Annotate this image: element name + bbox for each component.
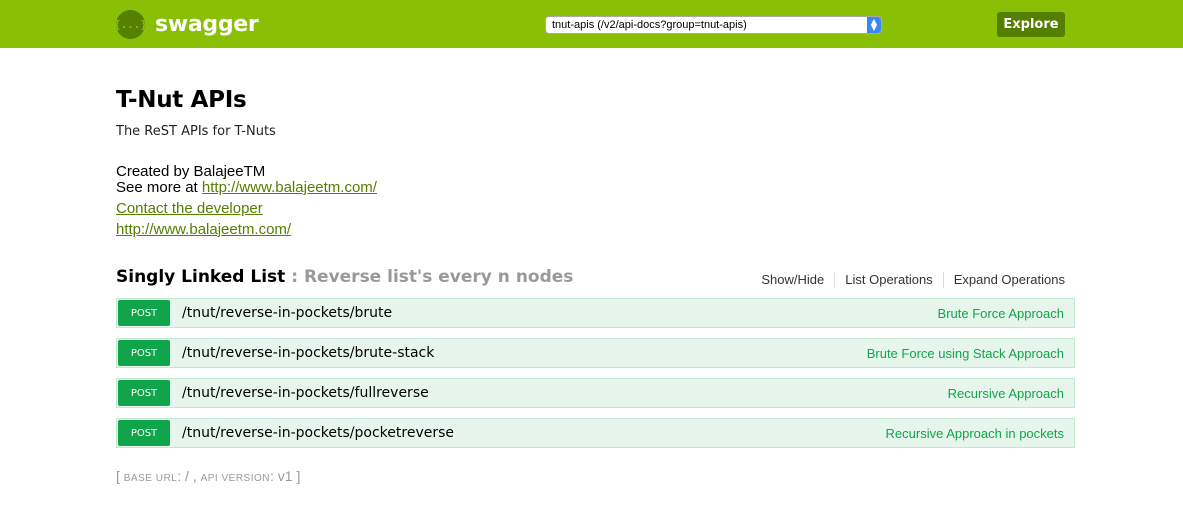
api-description: The ReST APIs for T-Nuts [116,124,276,139]
api-title: T-Nut APIs [116,87,247,113]
operation-path[interactable]: /tnut/reverse-in-pockets/pocketreverse [182,425,886,441]
swagger-logo[interactable]: {...} swagger [114,9,259,39]
operation-summary[interactable]: Recursive Approach in pockets [886,426,1064,441]
operation-path[interactable]: /tnut/reverse-in-pockets/brute-stack [182,345,867,361]
swagger-logo-icon: {...} [114,9,147,39]
api-spec-select[interactable]: tnut-apis (/v2/api-docs?group=tnut-apis)… [545,16,882,34]
base-url-value: : / , [177,468,201,484]
operation-row[interactable]: POST /tnut/reverse-in-pockets/pocketreve… [116,418,1075,448]
expand-operations-link[interactable]: Expand Operations [944,272,1065,288]
http-method-badge[interactable]: POST [118,340,170,366]
top-bar: {...} swagger tnut-apis (/v2/api-docs?gr… [0,0,1183,48]
api-version-label: API VERSION [200,473,270,484]
http-method-badge[interactable]: POST [118,380,170,406]
operation-summary[interactable]: Recursive Approach [948,386,1064,401]
http-method-badge[interactable]: POST [118,420,170,446]
footer-open-bracket: [ [116,468,124,484]
see-more-prefix: See more at [116,179,202,196]
created-by: Created by BalajeeTM [116,163,266,180]
operation-row[interactable]: POST /tnut/reverse-in-pockets/fullrevers… [116,378,1075,408]
resource-heading[interactable]: Singly Linked List : Reverse list's ever… [116,267,573,287]
list-operations-link[interactable]: List Operations [835,272,944,288]
operation-path[interactable]: /tnut/reverse-in-pockets/fullreverse [182,385,948,401]
select-arrows-icon: ▲ ▼ [867,17,881,33]
show-hide-link[interactable]: Show/Hide [751,272,836,288]
contact-developer-link[interactable]: Contact the developer [116,200,263,217]
api-footer: [ BASE URL: / , API VERSION: v1 ] [116,468,300,484]
operation-row[interactable]: POST /tnut/reverse-in-pockets/brute-stac… [116,338,1075,368]
resource-separator: : [285,267,304,287]
http-method-badge[interactable]: POST [118,300,170,326]
operation-summary[interactable]: Brute Force using Stack Approach [867,346,1064,361]
see-more-link[interactable]: http://www.balajeetm.com/ [202,179,377,196]
explore-button[interactable]: Explore [997,12,1065,37]
api-spec-select-value: tnut-apis (/v2/api-docs?group=tnut-apis) [552,19,747,31]
resource-actions: Show/Hide List Operations Expand Operati… [751,272,1065,288]
operation-summary[interactable]: Brute Force Approach [938,306,1064,321]
footer-close-bracket: ] [296,468,301,484]
resource-description: Reverse list's every n nodes [303,267,574,287]
license-link[interactable]: http://www.balajeetm.com/ [116,221,291,238]
api-version-value: : v1 [270,468,297,484]
api-info-block: Created by BalajeeTM See more at http://… [116,164,377,196]
operation-path[interactable]: /tnut/reverse-in-pockets/brute [182,305,938,321]
operation-row[interactable]: POST /tnut/reverse-in-pockets/brute Brut… [116,298,1075,328]
see-more-line: See more at http://www.balajeetm.com/ [116,180,377,196]
swagger-logo-text: swagger [155,11,259,37]
base-url-label: BASE URL [123,473,178,484]
resource-name[interactable]: Singly Linked List [116,267,285,287]
